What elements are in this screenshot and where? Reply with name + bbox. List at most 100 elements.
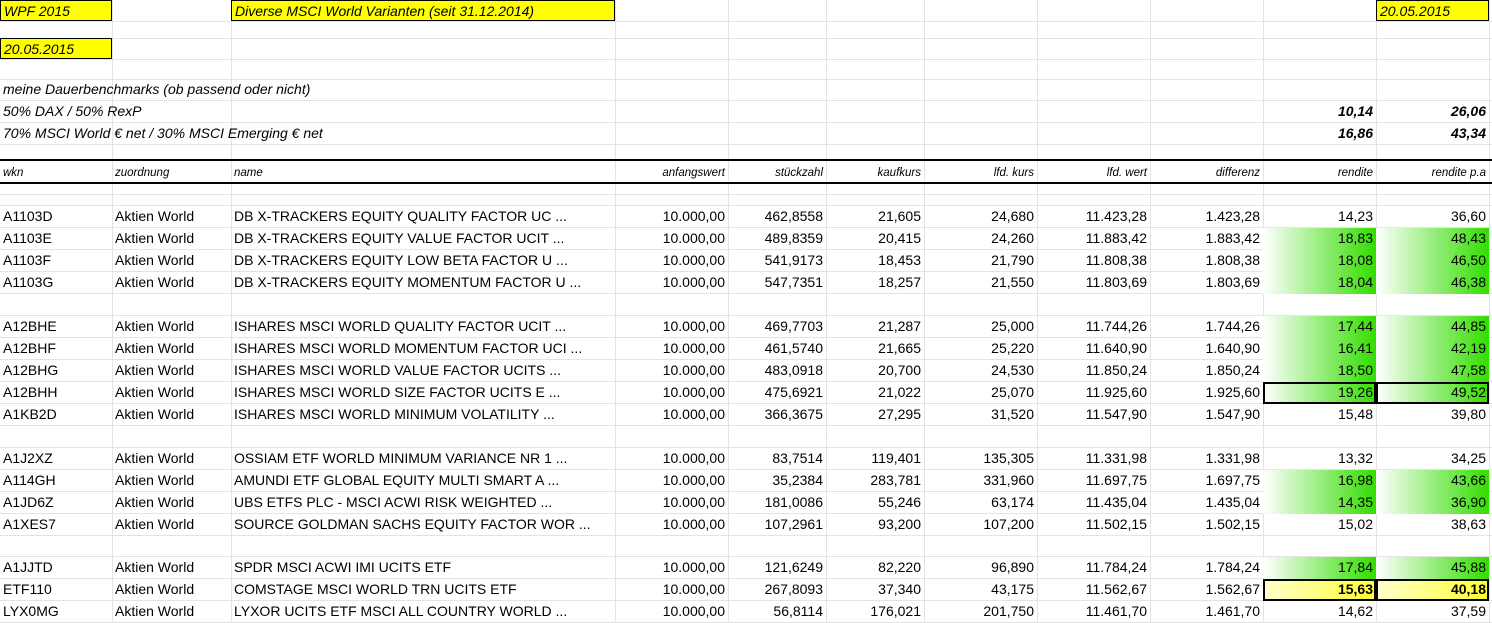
cell-lfd-kurs[interactable]: 25,000 [924, 316, 1037, 338]
cell-lfd-wert[interactable]: 11.435,04 [1037, 492, 1150, 514]
benchmark-label[interactable]: 70% MSCI World € net / 30% MSCI Emerging… [0, 123, 615, 144]
cell-rendite[interactable]: 18,50 [1263, 360, 1376, 382]
cell-stueckzahl[interactable]: 267,8093 [728, 579, 826, 601]
cell-anfangswert[interactable]: 10.000,00 [615, 228, 728, 250]
cell-anfangswert[interactable]: 10.000,00 [615, 557, 728, 579]
column-header-stueckzahl[interactable]: stückzahl [728, 163, 826, 184]
cell-name[interactable]: ISHARES MSCI WORLD QUALITY FACTOR UCIT .… [231, 316, 615, 338]
cell-rendite-pa[interactable]: 40,18 [1376, 579, 1489, 601]
column-header-lfd-wert[interactable]: lfd. wert [1037, 163, 1150, 184]
cell-lfd-wert[interactable]: 11.547,90 [1037, 404, 1150, 426]
cell-name[interactable]: SOURCE GOLDMAN SACHS EQUITY FACTOR WOR .… [231, 514, 615, 536]
cell-lfd-wert[interactable]: 11.697,75 [1037, 470, 1150, 492]
cell-wkn[interactable]: A1JJTD [0, 557, 112, 579]
cell-differenz[interactable]: 1.461,70 [1150, 601, 1263, 623]
cell-name[interactable]: ISHARES MSCI WORLD SIZE FACTOR UCITS E .… [231, 382, 615, 404]
cell-differenz[interactable]: 1.697,75 [1150, 470, 1263, 492]
cell-lfd-wert[interactable]: 11.850,24 [1037, 360, 1150, 382]
benchmark-rendite-pa[interactable]: 43,34 [1376, 123, 1489, 144]
cell-rendite-pa[interactable]: 42,19 [1376, 338, 1489, 360]
cell-wkn[interactable]: A12BHE [0, 316, 112, 338]
cell-rendite-pa[interactable]: 43,66 [1376, 470, 1489, 492]
cell-rendite-pa[interactable]: 37,59 [1376, 601, 1489, 623]
cell-wkn[interactable]: LYX0MG [0, 601, 112, 623]
cell-kaufkurs[interactable]: 21,665 [826, 338, 924, 360]
cell-anfangswert[interactable]: 10.000,00 [615, 250, 728, 272]
cell-anfangswert[interactable]: 10.000,00 [615, 272, 728, 294]
cell-differenz[interactable]: 1.423,28 [1150, 206, 1263, 228]
cell-zuordnung[interactable]: Aktien World [112, 404, 231, 426]
cell-kaufkurs[interactable]: 20,700 [826, 360, 924, 382]
sheet-title-cell[interactable]: WPF 2015 [0, 0, 112, 21]
cell-lfd-wert[interactable]: 11.808,38 [1037, 250, 1150, 272]
benchmark-rendite[interactable]: 16,86 [1263, 123, 1376, 144]
cell-lfd-kurs[interactable]: 21,790 [924, 250, 1037, 272]
cell-stueckzahl[interactable]: 462,8558 [728, 206, 826, 228]
cell-wkn[interactable]: A1XES7 [0, 514, 112, 536]
cell-lfd-kurs[interactable]: 25,220 [924, 338, 1037, 360]
cell-rendite-pa[interactable]: 39,80 [1376, 404, 1489, 426]
cell-lfd-kurs[interactable]: 43,175 [924, 579, 1037, 601]
cell-kaufkurs[interactable]: 18,257 [826, 272, 924, 294]
cell-lfd-kurs[interactable]: 24,260 [924, 228, 1037, 250]
cell-name[interactable]: ISHARES MSCI WORLD MOMENTUM FACTOR UCI .… [231, 338, 615, 360]
cell-lfd-kurs[interactable]: 96,890 [924, 557, 1037, 579]
benchmark-rendite[interactable]: 10,14 [1263, 101, 1376, 122]
benchmark-rendite-pa[interactable]: 26,06 [1376, 101, 1489, 122]
cell-name[interactable]: AMUNDI ETF GLOBAL EQUITY MULTI SMART A .… [231, 470, 615, 492]
cell-kaufkurs[interactable]: 283,781 [826, 470, 924, 492]
date-left-cell[interactable]: 20.05.2015 [0, 38, 112, 59]
cell-rendite-pa[interactable]: 47,58 [1376, 360, 1489, 382]
cell-stueckzahl[interactable]: 483,0918 [728, 360, 826, 382]
cell-rendite[interactable]: 13,32 [1263, 448, 1376, 470]
cell-wkn[interactable]: A1103D [0, 206, 112, 228]
cell-differenz[interactable]: 1.547,90 [1150, 404, 1263, 426]
cell-kaufkurs[interactable]: 21,605 [826, 206, 924, 228]
cell-anfangswert[interactable]: 10.000,00 [615, 601, 728, 623]
cell-rendite[interactable]: 17,44 [1263, 316, 1376, 338]
cell-anfangswert[interactable]: 10.000,00 [615, 382, 728, 404]
cell-name[interactable]: DB X-TRACKERS EQUITY LOW BETA FACTOR U .… [231, 250, 615, 272]
cell-zuordnung[interactable]: Aktien World [112, 514, 231, 536]
cell-rendite-pa[interactable]: 38,63 [1376, 514, 1489, 536]
cell-name[interactable]: DB X-TRACKERS EQUITY VALUE FACTOR UCIT .… [231, 228, 615, 250]
cell-lfd-kurs[interactable]: 63,174 [924, 492, 1037, 514]
cell-differenz[interactable]: 1.925,60 [1150, 382, 1263, 404]
benchmark-label[interactable]: 50% DAX / 50% RexP [0, 101, 615, 122]
cell-rendite[interactable]: 19,26 [1263, 382, 1376, 404]
cell-stueckzahl[interactable]: 461,5740 [728, 338, 826, 360]
cell-differenz[interactable]: 1.784,24 [1150, 557, 1263, 579]
cell-rendite[interactable]: 15,02 [1263, 514, 1376, 536]
cell-lfd-kurs[interactable]: 21,550 [924, 272, 1037, 294]
cell-rendite-pa[interactable]: 34,25 [1376, 448, 1489, 470]
cell-name[interactable]: SPDR MSCI ACWI IMI UCITS ETF [231, 557, 615, 579]
cell-wkn[interactable]: A12BHG [0, 360, 112, 382]
cell-lfd-kurs[interactable]: 24,680 [924, 206, 1037, 228]
cell-kaufkurs[interactable]: 21,022 [826, 382, 924, 404]
cell-zuordnung[interactable]: Aktien World [112, 206, 231, 228]
cell-stueckzahl[interactable]: 541,9173 [728, 250, 826, 272]
cell-differenz[interactable]: 1.331,98 [1150, 448, 1263, 470]
cell-lfd-kurs[interactable]: 331,960 [924, 470, 1037, 492]
cell-kaufkurs[interactable]: 119,401 [826, 448, 924, 470]
cell-zuordnung[interactable]: Aktien World [112, 448, 231, 470]
cell-wkn[interactable]: A12BHH [0, 382, 112, 404]
cell-differenz[interactable]: 1.803,69 [1150, 272, 1263, 294]
cell-rendite[interactable]: 14,23 [1263, 206, 1376, 228]
cell-lfd-wert[interactable]: 11.925,60 [1037, 382, 1150, 404]
cell-lfd-wert[interactable]: 11.331,98 [1037, 448, 1150, 470]
cell-anfangswert[interactable]: 10.000,00 [615, 470, 728, 492]
column-header-rendite[interactable]: rendite [1263, 163, 1376, 184]
cell-lfd-kurs[interactable]: 31,520 [924, 404, 1037, 426]
benchmark-heading[interactable]: meine Dauerbenchmarks (ob passend oder n… [0, 79, 615, 100]
cell-lfd-wert[interactable]: 11.461,70 [1037, 601, 1150, 623]
cell-lfd-kurs[interactable]: 107,200 [924, 514, 1037, 536]
cell-wkn[interactable]: ETF110 [0, 579, 112, 601]
cell-wkn[interactable]: A1JD6Z [0, 492, 112, 514]
cell-stueckzahl[interactable]: 121,6249 [728, 557, 826, 579]
column-header-name[interactable]: name [231, 163, 615, 184]
cell-differenz[interactable]: 1.883,42 [1150, 228, 1263, 250]
cell-wkn[interactable]: A114GH [0, 470, 112, 492]
cell-stueckzahl[interactable]: 56,8114 [728, 601, 826, 623]
cell-zuordnung[interactable]: Aktien World [112, 557, 231, 579]
